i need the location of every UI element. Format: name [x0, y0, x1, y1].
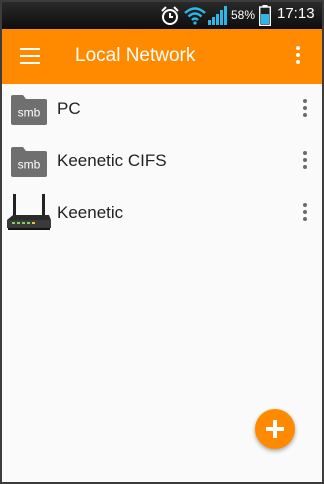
list-item-label: PC	[57, 99, 81, 118]
battery-percent: 58%	[231, 8, 256, 22]
app-bar: Local Network	[2, 29, 322, 84]
list-item[interactable]: smb PC	[2, 84, 322, 136]
smb-folder-icon: smb	[11, 95, 47, 125]
item-more-icon[interactable]	[300, 99, 310, 121]
status-time: 17:13	[277, 5, 315, 22]
item-more-icon[interactable]	[300, 203, 310, 225]
list-item[interactable]: smb Keenetic CIFS	[2, 136, 322, 188]
smb-badge-text: smb	[18, 158, 41, 172]
network-list: smb PC smb Keenetic CIFS Keenetic	[2, 84, 322, 240]
list-item[interactable]: Keenetic	[2, 188, 322, 240]
screen: 58% 17:13 Local Network smb PC smb Keene…	[2, 2, 322, 482]
signal-icon	[208, 6, 227, 25]
smb-folder-icon: smb	[11, 147, 47, 177]
page-title: Local Network	[75, 45, 196, 66]
battery-icon	[259, 5, 271, 26]
list-item-label: Keenetic CIFS	[57, 151, 167, 170]
status-bar: 58% 17:13	[2, 2, 322, 29]
more-vertical-icon[interactable]	[292, 46, 304, 68]
router-icon	[7, 194, 51, 230]
hamburger-menu-icon[interactable]	[20, 48, 40, 64]
alarm-icon	[161, 6, 179, 25]
add-button[interactable]	[255, 409, 295, 449]
item-more-icon[interactable]	[300, 151, 310, 173]
wifi-icon	[184, 7, 206, 25]
list-item-label: Keenetic	[57, 203, 124, 222]
smb-badge-text: smb	[18, 106, 41, 120]
